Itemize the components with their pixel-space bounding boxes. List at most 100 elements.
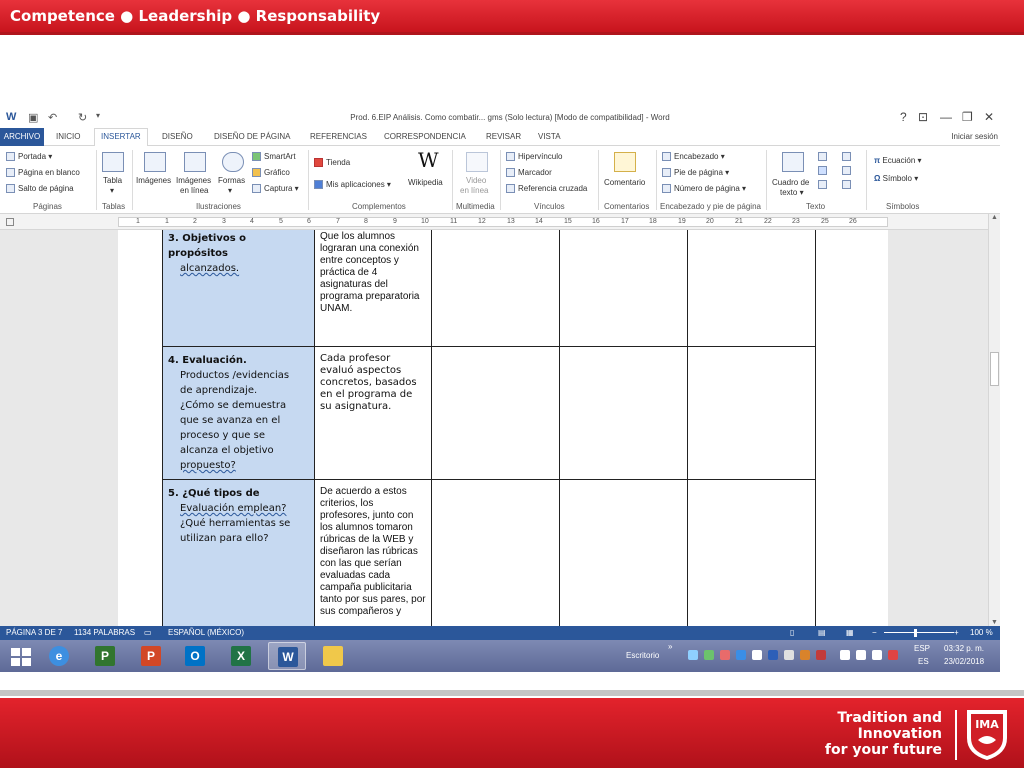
language-bar-top[interactable]: ESP xyxy=(914,644,930,653)
zoom-slider-thumb[interactable] xyxy=(914,629,917,637)
object-icon[interactable] xyxy=(842,180,854,190)
taskbar-project[interactable]: P xyxy=(86,642,124,670)
tray-app-icon[interactable] xyxy=(768,650,778,660)
page-count[interactable]: PÁGINA 3 DE 7 xyxy=(6,628,62,637)
undo-icon[interactable]: ↶ xyxy=(48,111,57,124)
tab-revisar[interactable]: REVISAR xyxy=(486,132,521,141)
header-button[interactable]: Encabezado ▾ xyxy=(662,152,725,162)
table-dropdown-icon[interactable]: ▾ xyxy=(110,186,114,195)
taskbar-file-explorer[interactable] xyxy=(314,642,352,670)
table-cell-empty[interactable] xyxy=(687,479,816,626)
tray-app-icon[interactable] xyxy=(736,650,746,660)
taskbar-excel[interactable]: X xyxy=(222,642,260,670)
language-bar-bottom[interactable]: ES xyxy=(918,657,929,666)
blank-page-button[interactable]: Página en blanco xyxy=(6,168,80,178)
tray-app-icon[interactable] xyxy=(784,650,794,660)
taskbar-internet-explorer[interactable]: e xyxy=(40,642,78,670)
quick-parts-icon[interactable] xyxy=(818,152,830,162)
symbol-button[interactable]: Ω Símbolo ▾ xyxy=(874,174,918,183)
comment-button[interactable]: Comentario xyxy=(604,178,645,187)
tab-vista[interactable]: VISTA xyxy=(538,132,561,141)
footer-button[interactable]: Pie de página ▾ xyxy=(662,168,729,178)
wikipedia-button[interactable]: Wikipedia xyxy=(408,178,443,187)
redo-icon[interactable]: ↻ xyxy=(78,111,87,124)
tab-correspondencia[interactable]: CORRESPONDENCIA xyxy=(384,132,466,141)
table-cell-heading[interactable]: 3. Objetivos o propósitos alcanzados. xyxy=(162,230,315,347)
portada-button[interactable]: Portada ▾ xyxy=(6,152,52,162)
zoom-in-icon[interactable]: + xyxy=(954,628,959,637)
page-break-button[interactable]: Salto de página xyxy=(6,184,74,194)
table-cell-content[interactable]: Cada profesor evaluó aspectos concretos,… xyxy=(314,346,432,480)
tray-app-icon[interactable] xyxy=(752,650,762,660)
horizontal-ruler[interactable]: 1 1 2 3 4 5 6 7 8 9 10 11 12 13 14 15 16 17 18 19 20 21 22 23 25… xyxy=(118,217,888,227)
zoom-slider[interactable] xyxy=(884,632,954,633)
my-apps-button[interactable]: Mis aplicaciones ▾ xyxy=(314,180,391,190)
cross-reference-button[interactable]: Referencia cruzada xyxy=(506,184,587,194)
tab-insertar[interactable]: INSERTAR xyxy=(94,128,148,147)
taskbar-outlook[interactable]: O xyxy=(176,642,214,670)
table-cell-empty[interactable] xyxy=(431,346,560,480)
table-cell-empty[interactable] xyxy=(431,230,560,347)
taskbar-powerpoint[interactable]: P xyxy=(132,642,170,670)
table-cell-empty[interactable] xyxy=(687,346,816,480)
tab-diseno[interactable]: DISEÑO xyxy=(162,132,193,141)
action-center-icon[interactable] xyxy=(856,650,866,660)
read-mode-icon[interactable]: ▯ xyxy=(790,628,794,637)
table-cell-heading[interactable]: 4. Evaluación. Productos /evidencias de … xyxy=(162,346,315,480)
word-count[interactable]: 1134 PALABRAS xyxy=(74,628,135,637)
scroll-down-icon[interactable]: ▼ xyxy=(991,619,998,626)
drop-cap-icon[interactable] xyxy=(818,180,830,190)
pictures-button[interactable]: Imágenes xyxy=(136,176,171,185)
wordart-icon[interactable] xyxy=(818,166,830,176)
toolbar-expand-icon[interactable]: » xyxy=(668,642,672,651)
tab-referencias[interactable]: REFERENCIAS xyxy=(310,132,367,141)
table-cell-empty[interactable] xyxy=(559,346,688,480)
table-cell-empty[interactable] xyxy=(431,479,560,626)
customize-toolbar-icon[interactable]: ▾ xyxy=(96,111,100,120)
store-button[interactable]: Tienda xyxy=(314,158,350,168)
chart-button[interactable]: Gráfico xyxy=(252,168,290,178)
clock-date[interactable]: 23/02/2018 xyxy=(944,657,984,666)
escritorio-toolbar[interactable]: Escritorio xyxy=(626,651,659,660)
language-indicator[interactable]: ESPAÑOL (MÉXICO) xyxy=(168,628,244,637)
table-cell-heading[interactable]: 5. ¿Qué tipos de Evaluación emplean? ¿Qu… xyxy=(162,479,315,626)
zoom-out-icon[interactable]: − xyxy=(872,628,877,637)
text-box-button[interactable]: Cuadro de xyxy=(772,178,809,187)
tab-inicio[interactable]: INICIO xyxy=(56,132,80,141)
start-button[interactable] xyxy=(2,642,40,670)
table-cell-content[interactable]: De acuerdo a estos criterios, los profes… xyxy=(314,479,432,626)
web-layout-icon[interactable]: ▦ xyxy=(846,628,854,637)
save-icon[interactable]: ▣ xyxy=(28,111,38,124)
scroll-up-icon[interactable]: ▲ xyxy=(991,214,998,221)
volume-muted-icon[interactable] xyxy=(888,650,898,660)
tray-app-icon[interactable] xyxy=(720,650,730,660)
table-cell-content[interactable]: Que los alumnos lograran una conexión en… xyxy=(314,230,432,347)
tab-selector[interactable] xyxy=(6,218,14,226)
tray-app-icon[interactable] xyxy=(704,650,714,660)
hyperlink-button[interactable]: Hipervínculo xyxy=(506,152,562,162)
zoom-level[interactable]: 100 % xyxy=(970,628,993,637)
network-icon[interactable] xyxy=(872,650,882,660)
table-cell-empty[interactable] xyxy=(559,230,688,347)
help-icon[interactable]: ? xyxy=(900,110,907,124)
tab-diseno-pagina[interactable]: DISEÑO DE PÁGINA xyxy=(214,132,290,141)
table-button[interactable]: Tabla xyxy=(103,176,122,185)
tray-app-icon[interactable] xyxy=(816,650,826,660)
clock-time[interactable]: 03:32 p. m. xyxy=(944,644,984,653)
signin-link[interactable]: Iniciar sesión xyxy=(951,132,998,141)
minimize-icon[interactable]: — xyxy=(940,110,952,124)
signature-line-icon[interactable] xyxy=(842,152,854,162)
tray-app-icon[interactable] xyxy=(688,650,698,660)
scroll-thumb[interactable] xyxy=(990,352,999,386)
print-layout-icon[interactable]: ▤ xyxy=(818,628,826,637)
tray-app-icon[interactable] xyxy=(800,650,810,660)
tab-archivo[interactable]: ARCHIVO xyxy=(0,128,44,146)
table-cell-empty[interactable] xyxy=(559,479,688,626)
bookmark-button[interactable]: Marcador xyxy=(506,168,552,178)
taskbar-word[interactable]: W xyxy=(268,642,306,670)
date-time-icon[interactable] xyxy=(842,166,854,176)
online-video-button[interactable]: Video xyxy=(466,176,486,185)
page-number-button[interactable]: Número de página ▾ xyxy=(662,184,746,194)
ribbon-options-icon[interactable]: ⊡ xyxy=(918,110,928,124)
shapes-dropdown-icon[interactable]: ▾ xyxy=(228,186,232,195)
